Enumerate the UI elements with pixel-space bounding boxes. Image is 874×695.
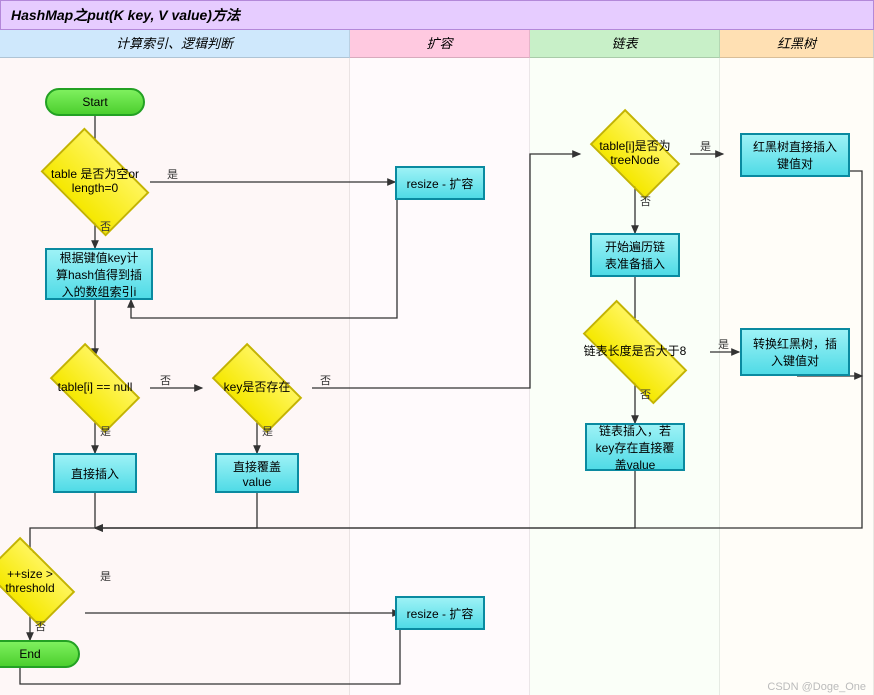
process-list-insert: 链表插入，若key存在直接覆盖value: [585, 423, 685, 471]
process-resize-2: resize - 扩容: [395, 596, 485, 630]
process-traverse-list-text: 开始遍历链表准备插入: [600, 238, 670, 272]
watermark: CSDN @Doge_One: [767, 681, 866, 693]
decision-is-treenode: table[i]是否为treeNode: [580, 122, 690, 186]
decision-is-treenode-text: table[i]是否为treeNode: [580, 140, 690, 168]
process-convert-rbtree-text: 转换红黑树，插入键值对: [750, 335, 840, 369]
edge-label-no: 否: [100, 218, 111, 234]
decision-size-threshold: ++size > threshold: [0, 550, 85, 614]
process-overwrite-value-text: 直接覆盖value: [225, 458, 289, 489]
process-direct-insert-text: 直接插入: [71, 465, 119, 482]
edge-label-yes: 是: [262, 423, 273, 439]
edge-label-no: 否: [160, 372, 171, 388]
lane-header-linkedlist: 链表: [530, 30, 720, 58]
edge-label-yes: 是: [167, 166, 178, 182]
edge-label-no: 否: [320, 372, 331, 388]
edge-label-yes: 是: [100, 423, 111, 439]
decision-length-gt8-text: 链表长度是否大于8: [560, 345, 710, 359]
edge-label-yes: 是: [100, 568, 111, 584]
edge-label-yes: 是: [700, 138, 711, 154]
process-rbtree-direct-insert: 红黑树直接插入键值对: [740, 133, 850, 177]
swimlane-headers: 计算索引、逻辑判断 扩容 链表 红黑树: [0, 30, 874, 58]
edge-label-no: 否: [35, 618, 46, 634]
end-terminator: End: [0, 640, 80, 668]
lane-header-redblacktree: 红黑树: [720, 30, 874, 58]
decision-table-empty-text: table 是否为空or length=0: [40, 168, 150, 196]
edge-label-no: 否: [640, 386, 651, 402]
process-direct-insert: 直接插入: [53, 453, 137, 493]
process-resize-2-text: resize - 扩容: [407, 605, 474, 622]
edge-label-yes: 是: [718, 336, 729, 352]
process-compute-hash-text: 根据键值key计算hash值得到插入的数组索引i: [55, 249, 143, 300]
diagram-title: HashMap之put(K key, V value)方法: [11, 5, 240, 25]
end-label: End: [19, 647, 40, 661]
decision-length-gt8: 链表长度是否大于8: [560, 320, 710, 384]
decision-key-exists: key是否存在: [202, 356, 312, 420]
swimlanes: Start table 是否为空or length=0 是 否 根据键值key计…: [0, 58, 874, 695]
decision-table-empty: table 是否为空or length=0: [40, 150, 150, 214]
decision-table-i-null: table[i] == null: [40, 356, 150, 420]
edge-label-no: 否: [640, 193, 651, 209]
diagram-title-bar: HashMap之put(K key, V value)方法: [0, 0, 874, 30]
diagram-root: HashMap之put(K key, V value)方法 计算索引、逻辑判断 …: [0, 0, 874, 695]
lane-header-resize: 扩容: [350, 30, 530, 58]
process-resize-1: resize - 扩容: [395, 166, 485, 200]
process-overwrite-value: 直接覆盖value: [215, 453, 299, 493]
start-label: Start: [82, 95, 107, 109]
decision-key-exists-text: key是否存在: [202, 381, 312, 395]
process-rbtree-direct-insert-text: 红黑树直接插入键值对: [750, 138, 840, 172]
start-terminator: Start: [45, 88, 145, 116]
decision-size-threshold-text: ++size > threshold: [0, 568, 85, 596]
process-compute-hash: 根据键值key计算hash值得到插入的数组索引i: [45, 248, 153, 300]
process-convert-rbtree: 转换红黑树，插入键值对: [740, 328, 850, 376]
decision-table-i-null-text: table[i] == null: [40, 381, 150, 395]
process-traverse-list: 开始遍历链表准备插入: [590, 233, 680, 277]
process-list-insert-text: 链表插入，若key存在直接覆盖value: [595, 422, 675, 473]
lane-header-index: 计算索引、逻辑判断: [0, 30, 350, 58]
process-resize-1-text: resize - 扩容: [407, 175, 474, 192]
